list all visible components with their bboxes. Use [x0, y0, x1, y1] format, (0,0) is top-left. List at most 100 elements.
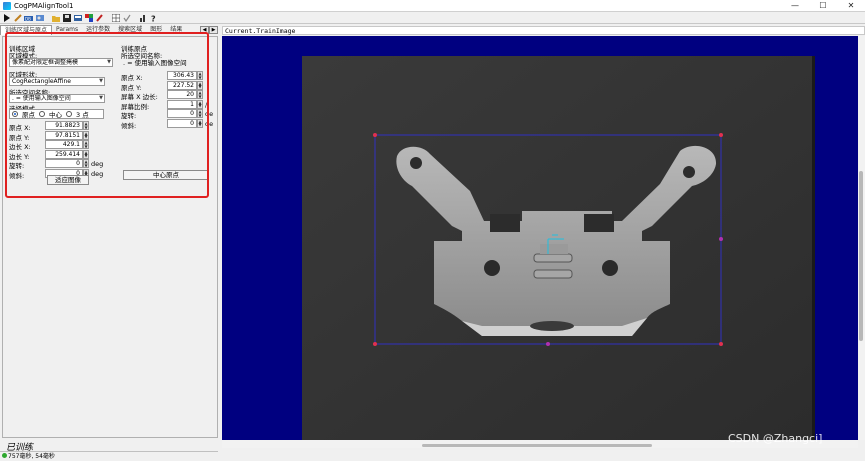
- field-unit: deg: [91, 169, 104, 178]
- select-mode-radios: 原点 中心 3 点: [9, 109, 104, 119]
- radio-center[interactable]: [39, 111, 45, 117]
- field-label: 旋转:: [121, 112, 137, 120]
- svg-text:DB: DB: [25, 16, 31, 21]
- grid-icon[interactable]: [111, 13, 120, 22]
- chevron-down-icon: ▼: [99, 78, 103, 84]
- region-mode-select[interactable]: 像素配对限定框调整掩模 ▼: [9, 58, 113, 67]
- radio-3pt[interactable]: [66, 111, 72, 117]
- region-space-select[interactable]: . = 使用输入图像空间 ▼: [9, 94, 105, 103]
- spinner-icon[interactable]: ▲▼: [83, 149, 89, 159]
- region-mode-value: 像素配对限定框调整掩模: [12, 59, 79, 66]
- field-value-input[interactable]: 20: [167, 90, 197, 99]
- open-icon[interactable]: [51, 13, 60, 22]
- field-label: 原点 X:: [9, 124, 31, 132]
- spinner-icon[interactable]: ▲▼: [83, 159, 89, 168]
- field-value-input[interactable]: 0: [167, 109, 197, 118]
- radio-3pt-label: 3 点: [76, 111, 89, 119]
- spinner-icon[interactable]: ▲▼: [197, 118, 203, 128]
- region-space-value: . = 使用输入图像空间: [12, 95, 71, 102]
- spinner-icon[interactable]: ▲▼: [197, 109, 203, 118]
- tab-run-params[interactable]: 运行参数: [82, 25, 114, 35]
- help-icon[interactable]: ?: [149, 13, 158, 22]
- tab-scroll-right-icon[interactable]: ▶: [209, 26, 218, 34]
- camera-icon[interactable]: DB: [24, 13, 33, 22]
- tab-train-region[interactable]: 训练区域与原点: [0, 25, 53, 35]
- horizontal-scroll-thumb[interactable]: [422, 444, 652, 447]
- field-label: 原点 X:: [121, 74, 143, 82]
- field-unit: de: [205, 110, 214, 118]
- check-icon[interactable]: [122, 13, 131, 22]
- save-icon[interactable]: [62, 13, 71, 22]
- field-label: 倾斜:: [9, 171, 25, 180]
- spinner-icon[interactable]: ▲▼: [197, 99, 203, 109]
- field-label: 边长 X:: [9, 143, 31, 151]
- field-value-input[interactable]: 0: [45, 159, 83, 168]
- region-shape-select[interactable]: CogRectangleAffine ▼: [9, 77, 105, 86]
- window-controls: — ☐ ✕: [781, 0, 865, 12]
- export-icon[interactable]: [73, 13, 82, 22]
- settings-panel: 训练区域 区域模式: 像素配对限定框调整掩模 ▼ 区域形状: CogRectan…: [2, 36, 218, 438]
- radio-origin[interactable]: [12, 111, 18, 117]
- tab-scroll-left-icon[interactable]: ◀: [200, 26, 209, 34]
- field-value-input[interactable]: 259.414: [45, 149, 83, 159]
- chevron-down-icon: ▼: [107, 59, 111, 65]
- window-title: CogPMAlignTool1: [14, 1, 74, 10]
- radio-center-label: 中心: [49, 111, 62, 119]
- field-value-input[interactable]: 306.43: [167, 71, 197, 80]
- edit-icon[interactable]: [13, 13, 22, 22]
- field-label: 屏幕 X 边长:: [121, 93, 158, 101]
- field-label: 边长 Y:: [9, 152, 30, 161]
- status-bar: 已训练 757毫秒, 54毫秒: [0, 438, 218, 460]
- spinner-icon[interactable]: ▲▼: [83, 130, 89, 140]
- field-value-input[interactable]: 0: [167, 118, 197, 128]
- spinner-icon[interactable]: ▲▼: [197, 80, 203, 90]
- color-icon[interactable]: [84, 13, 93, 22]
- origin-space-value[interactable]: . = 使用输入图像空间: [123, 57, 187, 67]
- svg-text:?: ?: [151, 14, 156, 22]
- field-unit: de: [205, 119, 214, 128]
- field-value-input[interactable]: 429.1: [45, 140, 83, 149]
- tab-scroll: ◀ ▶: [200, 26, 218, 34]
- spinner-icon[interactable]: ▲▼: [83, 121, 89, 130]
- minimize-button[interactable]: —: [781, 0, 809, 12]
- spinner-icon[interactable]: ▲▼: [83, 140, 89, 149]
- chart-icon[interactable]: [138, 13, 147, 22]
- vertical-scrollbar[interactable]: [858, 36, 865, 440]
- fit-image-button[interactable]: 适应图像: [47, 175, 89, 185]
- image-display[interactable]: [222, 36, 858, 440]
- tab-bar: 训练区域与原点 Params 运行参数 搜索区域 图形 结果: [0, 25, 222, 35]
- field-label: 原点 Y:: [121, 83, 142, 92]
- chevron-down-icon: ▼: [99, 95, 103, 101]
- maximize-button[interactable]: ☐: [809, 0, 837, 12]
- tab-results[interactable]: 结果: [166, 25, 186, 35]
- field-unit: /: [205, 100, 208, 109]
- app-icon: [3, 1, 11, 10]
- toolbar: DB ?: [0, 12, 865, 24]
- vertical-scroll-thumb[interactable]: [859, 171, 863, 341]
- radio-origin-label: 原点: [22, 111, 35, 119]
- field-label: 倾斜:: [121, 121, 137, 130]
- field-value-input[interactable]: 227.52: [167, 80, 197, 90]
- train-image-svg: [302, 56, 815, 440]
- tab-params[interactable]: Params: [52, 25, 82, 35]
- run-icon[interactable]: [2, 13, 11, 22]
- region-shape-value: CogRectangleAffine: [12, 78, 71, 85]
- field-value-input[interactable]: 97.8151: [45, 130, 83, 140]
- field-unit: deg: [91, 160, 104, 168]
- spinner-icon[interactable]: ▲▼: [197, 90, 203, 99]
- timing-text: 757毫秒, 54毫秒: [0, 451, 218, 460]
- field-label: 屏幕比例:: [121, 102, 150, 111]
- spinner-icon[interactable]: ▲▼: [197, 71, 203, 80]
- title-bar: CogPMAlignTool1 — ☐ ✕: [0, 0, 865, 12]
- field-label: 旋转:: [9, 162, 25, 170]
- brush-icon[interactable]: [95, 13, 104, 22]
- image-icon[interactable]: [35, 13, 44, 22]
- close-button[interactable]: ✕: [837, 0, 865, 12]
- watermark: CSDN @Zhangci]: [728, 432, 823, 445]
- field-label: 原点 Y:: [9, 133, 30, 142]
- center-origin-button[interactable]: 中心原点: [123, 170, 209, 180]
- field-value-input[interactable]: 1: [167, 99, 197, 109]
- field-value-input[interactable]: 91.8823: [45, 121, 83, 130]
- tab-graphics[interactable]: 图形: [146, 25, 166, 35]
- tab-search-region[interactable]: 搜索区域: [114, 25, 146, 35]
